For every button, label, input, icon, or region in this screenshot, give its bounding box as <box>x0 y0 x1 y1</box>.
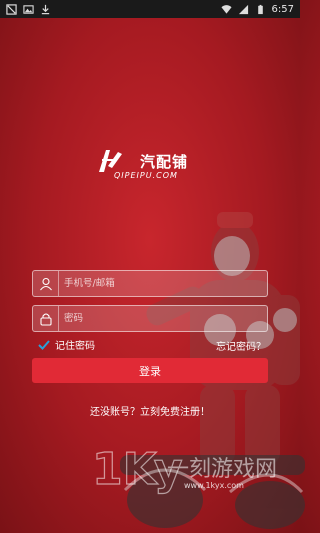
logo-brand-text: 汽配铺 <box>140 153 189 171</box>
login-button[interactable]: 登录 <box>32 358 268 383</box>
remember-password[interactable]: 记住密码 <box>38 337 95 352</box>
lock-icon <box>39 312 52 326</box>
battery-icon <box>257 4 263 14</box>
lock-icon-box <box>33 306 59 331</box>
wifi-icon <box>220 4 232 14</box>
signal-icon <box>238 4 248 14</box>
status-bar-left <box>6 3 51 15</box>
watermark-text: 一刻游戏网 <box>167 457 277 482</box>
checkmark-icon[interactable] <box>38 339 50 351</box>
password-field[interactable] <box>32 305 268 332</box>
status-bar-right: 6:57 <box>220 3 294 15</box>
download-icon <box>41 4 50 14</box>
notification-icon <box>6 3 17 15</box>
password-input[interactable] <box>59 306 267 331</box>
watermark-url: www.1kyx.com <box>184 481 244 490</box>
register-link[interactable]: 还没账号？立刻免费注册！ <box>0 403 300 418</box>
image-icon <box>23 4 34 14</box>
status-bar: 6:57 <box>0 0 300 18</box>
app-logo: 汽配铺 QIPEIPU.COM <box>96 146 206 186</box>
remember-password-label: 记住密码 <box>55 341 95 352</box>
user-icon <box>39 277 52 290</box>
phone-email-input[interactable] <box>59 271 267 296</box>
status-time: 6:57 <box>271 3 294 15</box>
forgot-password-link[interactable]: 忘记密码？ <box>216 338 266 353</box>
phone-email-field[interactable] <box>32 270 268 297</box>
watermark-logo: 1Ky 一刻游戏网 <box>92 443 277 495</box>
user-icon-box <box>33 271 59 296</box>
logo-sub-text: QIPEIPU.COM <box>114 171 178 180</box>
